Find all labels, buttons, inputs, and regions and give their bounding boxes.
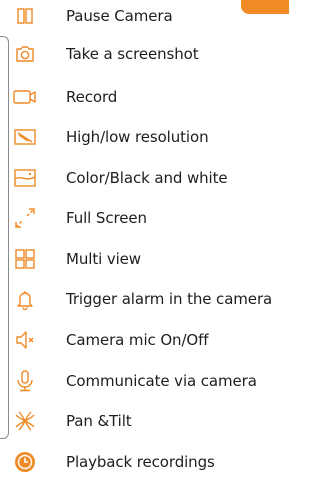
playback-icon xyxy=(13,450,37,474)
legend-label: Communicate via camera xyxy=(66,372,257,390)
legend-item-record: Record xyxy=(0,82,289,112)
legend-label: Camera mic On/Off xyxy=(66,331,209,349)
legend-item-pan-tilt: Pan &Tilt xyxy=(0,406,289,436)
fullscreen-icon xyxy=(13,206,37,230)
legend-label: Full Screen xyxy=(66,209,147,227)
legend-item-playback: Playback recordings xyxy=(0,447,289,477)
legend-label: Trigger alarm in the camera xyxy=(66,290,273,308)
legend-label: Pan &Tilt xyxy=(66,412,132,430)
legend-item-alarm: Trigger alarm in the camera xyxy=(0,284,289,314)
pan-tilt-icon xyxy=(13,409,37,433)
legend-label: Take a screenshot xyxy=(66,45,199,63)
legend-item-camera-mic: Camera mic On/Off xyxy=(0,325,289,355)
legend-label: Pause Camera xyxy=(66,7,173,25)
resolution-icon xyxy=(13,125,37,149)
legend-item-full-screen: Full Screen xyxy=(0,203,289,233)
legend-item-screenshot: Take a screenshot xyxy=(0,39,289,69)
microphone-icon xyxy=(13,369,37,393)
legend-item-color-mode: Color/Black and white xyxy=(0,163,289,193)
legend-label: High/low resolution xyxy=(66,128,209,146)
grid-icon xyxy=(13,247,37,271)
icon-legend: Pause Camera Take a screenshot Record Hi… xyxy=(0,0,289,488)
legend-item-resolution: High/low resolution xyxy=(0,122,289,152)
speaker-mute-icon xyxy=(13,328,37,352)
legend-item-pause-camera: Pause Camera xyxy=(0,1,289,31)
legend-label: Record xyxy=(66,88,118,106)
legend-label: Multi view xyxy=(66,250,141,268)
legend-item-communicate: Communicate via camera xyxy=(0,366,289,396)
legend-label: Playback recordings xyxy=(66,453,215,471)
pause-icon xyxy=(13,4,37,28)
bell-icon xyxy=(13,287,37,311)
legend-item-multi-view: Multi view xyxy=(0,244,289,274)
video-record-icon xyxy=(13,85,37,109)
color-mode-icon xyxy=(13,166,37,190)
camera-icon xyxy=(13,42,37,66)
legend-label: Color/Black and white xyxy=(66,169,228,187)
